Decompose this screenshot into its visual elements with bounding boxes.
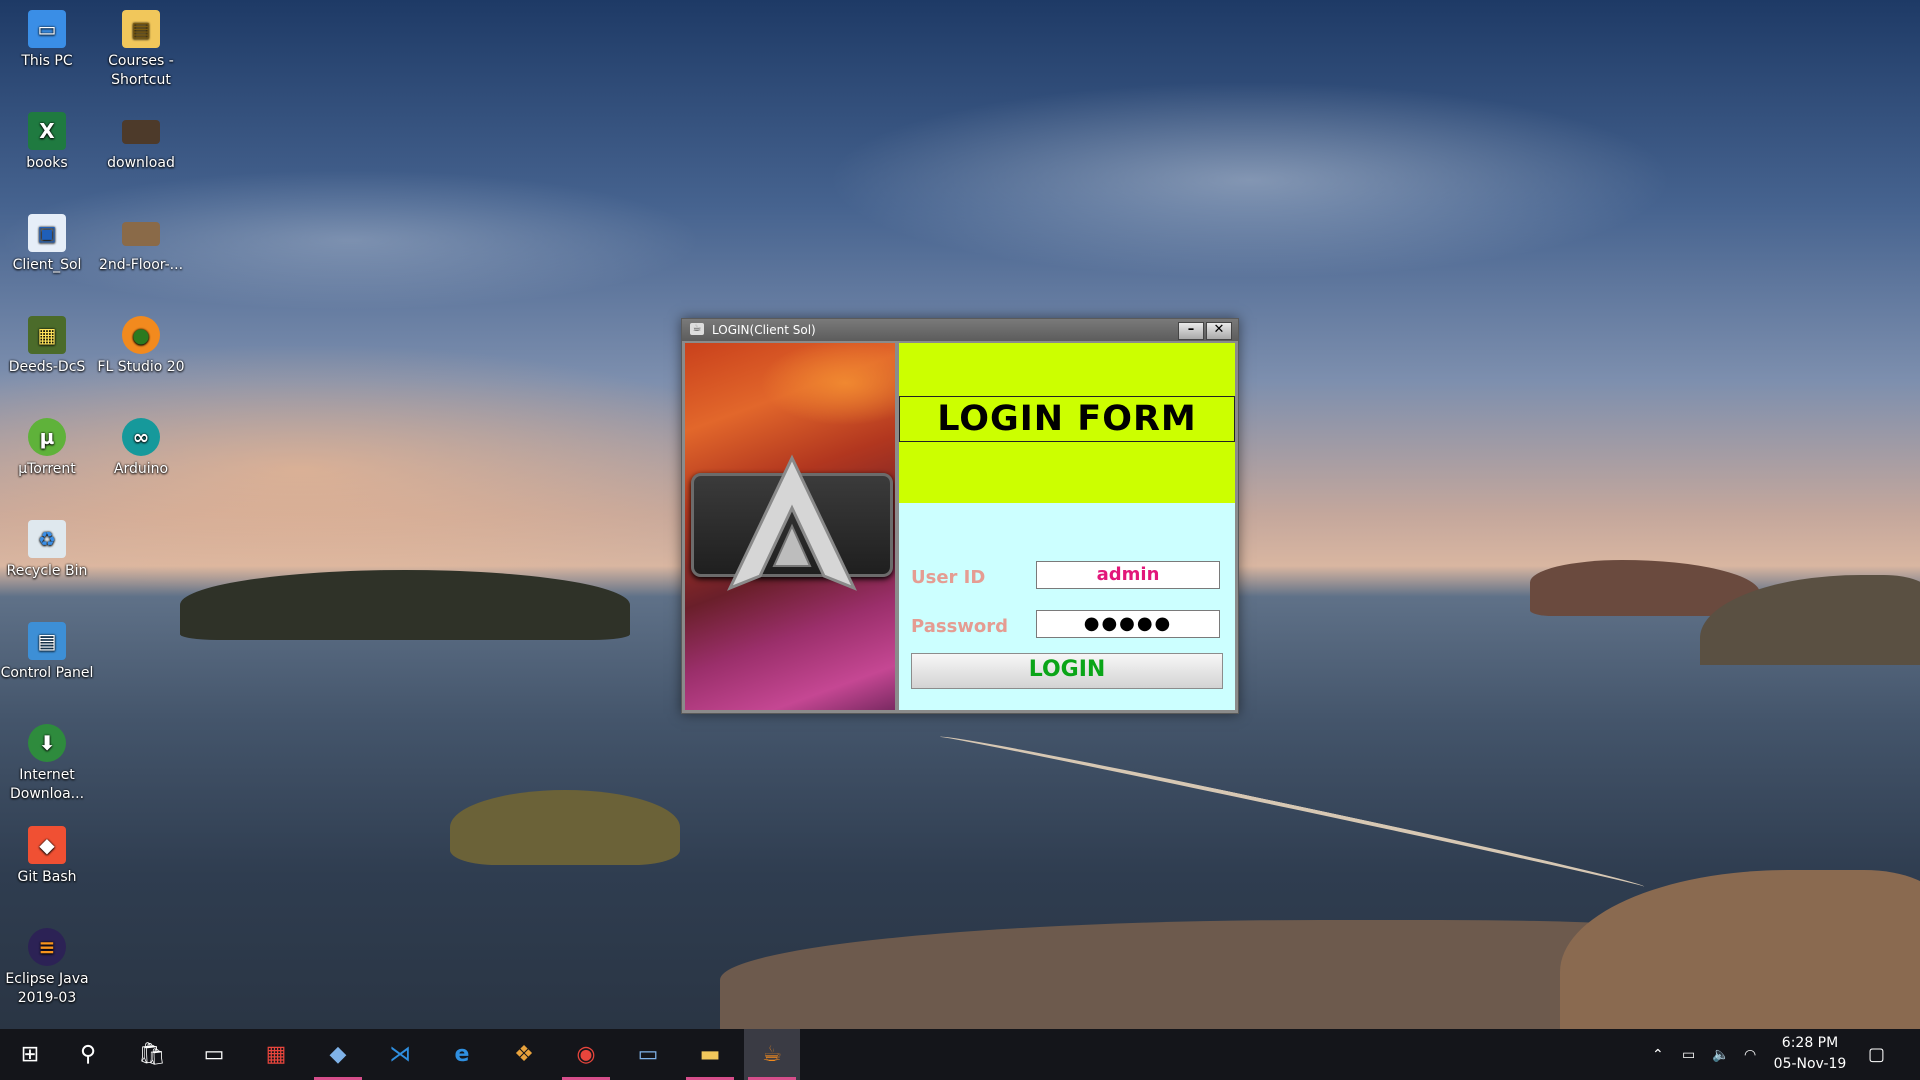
download-manager-icon: ⬇ — [28, 724, 66, 762]
desktop-icon-utorrent[interactable]: µ µTorrent — [0, 418, 94, 479]
desktop-icon-download[interactable]: download — [94, 112, 188, 173]
userid-field[interactable]: admin — [1036, 561, 1220, 589]
desktop-icon-git-bash[interactable]: ◆ Git Bash — [0, 826, 94, 887]
taskbar: ⊞ ⚲ 🛍 ▭ ▦ ◆ ⋊ e ❖ ◉ ▭ ▬ ☕ ⌃ ▭ 🔈 ◠ 6:28 P… — [0, 1029, 1920, 1080]
excel-file-icon: X — [28, 112, 66, 150]
edge-icon[interactable]: e — [434, 1029, 490, 1080]
window-title: LOGIN(Client Sol) — [712, 323, 816, 337]
desktop-icon-control-panel[interactable]: ▤ Control Panel — [0, 622, 94, 683]
desktop-icon-this-pc[interactable]: ▭ This PC — [0, 10, 94, 71]
login-button[interactable]: LOGIN — [911, 653, 1223, 689]
form-title: LOGIN FORM — [899, 396, 1235, 442]
desktop-icon-client-sol[interactable]: ▣ Client_Sol — [0, 214, 94, 275]
computer-icon: ▭ — [28, 10, 66, 48]
desktop-icon-internet-download[interactable]: ⬇ Internet Downloa... — [0, 724, 94, 804]
clock-time: 6:28 PM — [1781, 1035, 1839, 1051]
fruit-app-icon: ● — [122, 316, 160, 354]
password-label: Password — [911, 616, 1009, 637]
recycle-bin-icon: ♻ — [28, 520, 66, 558]
window-titlebar[interactable]: ☕ LOGIN(Client Sol) – ✕ — [682, 319, 1238, 341]
file-explorer-icon[interactable]: ▬ — [682, 1029, 738, 1080]
image-file-icon — [122, 222, 160, 246]
taskbar-clock[interactable]: 6:28 PM 05-Nov-19 — [1770, 1033, 1850, 1075]
control-panel-icon: ▤ — [28, 622, 66, 660]
login-window: ☕ LOGIN(Client Sol) – ✕ LOGIN FORM User … — [681, 318, 1239, 714]
rock-foreground-right — [1560, 870, 1920, 1040]
island-left — [180, 570, 630, 640]
decorative-image-panel — [685, 343, 895, 710]
java-app-icon: ☕ — [690, 323, 704, 335]
start-icon[interactable]: ⊞ — [2, 1029, 58, 1080]
desktop-icon-2nd-floor[interactable]: 2nd-Floor-... — [94, 214, 188, 275]
desktop-icon-books[interactable]: X books — [0, 112, 94, 173]
eclipse-icon: ≡ — [28, 928, 66, 966]
vscode-icon[interactable]: ⋊ — [372, 1029, 428, 1080]
desktop-icon-arduino[interactable]: ∞ Arduino — [94, 418, 188, 479]
island-center — [450, 790, 680, 865]
git-client-icon[interactable]: ❖ — [496, 1029, 552, 1080]
torrent-icon: µ — [28, 418, 66, 456]
office-icon[interactable]: ▦ — [248, 1029, 304, 1080]
desktop-icon-recycle-bin[interactable]: ♻ Recycle Bin — [0, 520, 94, 581]
image-file-icon — [122, 120, 160, 144]
folder-shortcut-icon: ▤ — [122, 10, 160, 48]
minimize-button[interactable]: – — [1178, 322, 1204, 340]
terminal-icon[interactable]: ▭ — [186, 1029, 242, 1080]
app-shortcut-icon: ▣ — [28, 214, 66, 252]
desktop-icon-fl-studio[interactable]: ● FL Studio 20 — [94, 316, 188, 377]
chrome-icon[interactable]: ◉ — [558, 1029, 614, 1080]
git-icon: ◆ — [28, 826, 66, 864]
wifi-icon[interactable]: ◠ — [1744, 1029, 1756, 1080]
clock-date: 05-Nov-19 — [1773, 1056, 1847, 1072]
mysql-icon[interactable]: ▭ — [620, 1029, 676, 1080]
arduino-icon: ∞ — [122, 418, 160, 456]
bridge — [938, 730, 1646, 894]
circuit-app-icon: ▦ — [28, 316, 66, 354]
password-field[interactable]: ●●●●● — [1036, 610, 1220, 638]
show-hidden-icons[interactable]: ⌃ — [1652, 1029, 1664, 1080]
login-form-panel: LOGIN FORM User ID admin Password ●●●●● … — [899, 343, 1235, 710]
assassin-emblem-icon — [691, 454, 893, 591]
store-icon[interactable]: 🛍 — [124, 1029, 180, 1080]
desktop-icon-eclipse[interactable]: ≡ Eclipse Java 2019-03 — [0, 928, 94, 1008]
userid-label: User ID — [911, 567, 986, 588]
java-icon[interactable]: ☕ — [744, 1029, 800, 1080]
desktop-icon-deeds-dcs[interactable]: ▦ Deeds-DcS — [0, 316, 94, 377]
form-header: LOGIN FORM — [899, 343, 1235, 503]
close-button[interactable]: ✕ — [1206, 322, 1232, 340]
box-app-icon[interactable]: ◆ — [310, 1029, 366, 1080]
battery-icon[interactable]: ▭ — [1682, 1029, 1695, 1080]
search-icon[interactable]: ⚲ — [60, 1029, 116, 1080]
desktop-icon-courses-shortcut[interactable]: ▤ Courses - Shortcut — [94, 10, 188, 90]
notifications-icon[interactable]: ▢ — [1868, 1029, 1885, 1080]
volume-icon[interactable]: 🔈 — [1712, 1029, 1729, 1080]
